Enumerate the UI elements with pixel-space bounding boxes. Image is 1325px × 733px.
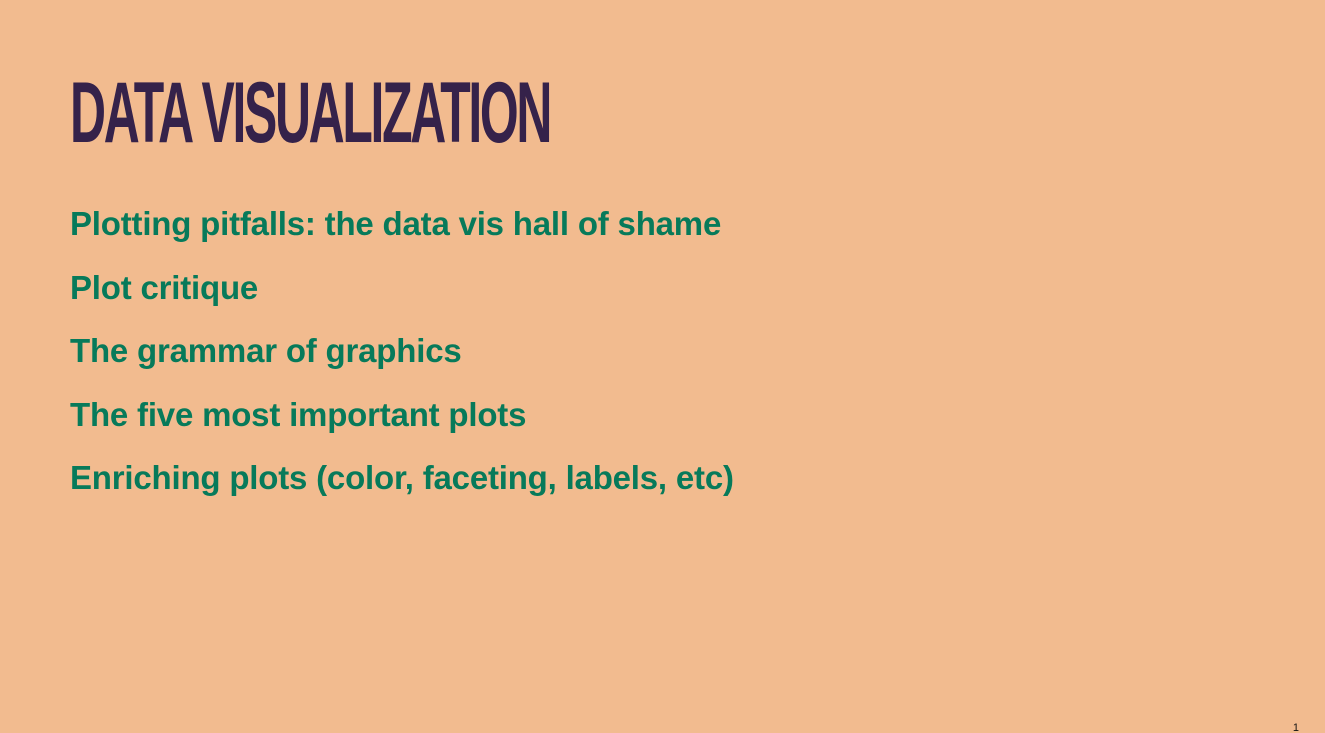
slide: DATA VISUALIZATION Plotting pitfalls: th… — [0, 0, 1325, 733]
topic-item-plot-critique: Plot critique — [70, 268, 259, 306]
topic-item-plotting-pitfalls: Plotting pitfalls: the data vis hall of … — [70, 205, 722, 242]
topic-item-enriching-plots: Enriching plots (color, faceting, labels… — [70, 459, 734, 496]
topic-item-five-important-plots: The five most important plots — [70, 395, 527, 433]
topic-item-grammar-of-graphics: The grammar of graphics — [70, 332, 462, 369]
slide-title: DATA VISUALIZATION — [70, 65, 552, 161]
topic-list: Plotting pitfalls: the data vis hall of … — [70, 200, 734, 518]
page-number: 1 — [1292, 722, 1299, 733]
